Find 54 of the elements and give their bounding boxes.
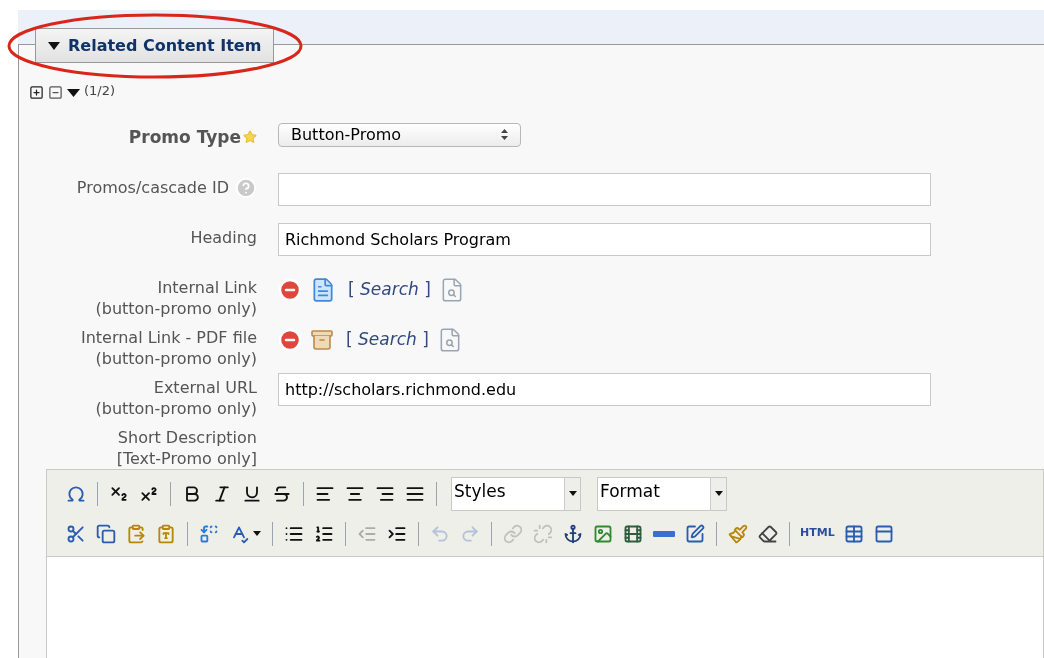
field-note: [Text-Promo only] bbox=[116, 447, 257, 469]
field-label: Internal Link bbox=[157, 276, 257, 298]
anchor-icon bbox=[563, 523, 583, 544]
text-field[interactable]: http://scholars.richmond.edu bbox=[278, 372, 931, 406]
italic-icon bbox=[212, 483, 232, 504]
remove-item-icon[interactable] bbox=[48, 85, 63, 101]
paintbrush-icon bbox=[728, 523, 748, 544]
caret-icon bbox=[568, 491, 577, 496]
edit-table-icon bbox=[685, 523, 705, 544]
field-label: Internal Link - PDF file bbox=[80, 326, 257, 348]
caret-icon bbox=[253, 531, 261, 536]
film-icon bbox=[623, 523, 643, 544]
remove-icon[interactable] bbox=[278, 277, 302, 302]
image-icon bbox=[593, 523, 613, 544]
search-link[interactable]: [ Search ] bbox=[348, 276, 431, 303]
html-button[interactable]: HTML bbox=[796, 519, 839, 548]
field-note: (button-promo only) bbox=[95, 297, 257, 319]
clipboard-icon bbox=[126, 523, 146, 544]
caret-icon bbox=[48, 41, 60, 50]
field-note: (button-promo only) bbox=[95, 397, 257, 419]
replace-icon bbox=[199, 523, 219, 544]
numbered-list-icon bbox=[314, 523, 334, 544]
item-counter: (1/2) bbox=[84, 82, 116, 100]
field-label: Heading bbox=[190, 226, 257, 248]
section-tab[interactable]: Related Content Item bbox=[35, 28, 275, 63]
field-label: Promo Type bbox=[128, 126, 241, 148]
link-icon bbox=[503, 523, 523, 544]
caret-icon bbox=[714, 491, 723, 496]
search-link[interactable]: [ Search ] bbox=[346, 326, 429, 353]
clipboard-text-icon bbox=[156, 523, 176, 544]
eraser-icon bbox=[758, 523, 778, 544]
field-note: (button-promo only) bbox=[95, 347, 257, 369]
scissors-icon bbox=[66, 523, 86, 544]
text-field[interactable]: Richmond Scholars Program bbox=[278, 222, 931, 256]
field-label: Promos/cascade ID bbox=[76, 177, 229, 198]
caret-icon[interactable] bbox=[67, 88, 80, 97]
text-field[interactable] bbox=[278, 172, 931, 206]
file-icon[interactable] bbox=[310, 327, 334, 352]
table-icon bbox=[843, 523, 864, 544]
unlink-icon bbox=[533, 523, 553, 544]
select-field[interactable]: Button-Promo bbox=[278, 122, 521, 147]
redo-icon bbox=[460, 523, 480, 544]
remove-icon[interactable] bbox=[278, 327, 302, 352]
add-item-icon[interactable] bbox=[29, 85, 44, 101]
dropdown-select[interactable]: Styles bbox=[451, 476, 581, 511]
updown-icon bbox=[501, 129, 508, 140]
field-label: Short Description bbox=[117, 426, 257, 448]
panel-icon bbox=[873, 523, 894, 544]
document-icon[interactable] bbox=[310, 276, 336, 303]
undo-icon bbox=[430, 523, 450, 544]
dropdown-select[interactable]: Format bbox=[597, 476, 727, 511]
field-label: External URL bbox=[153, 376, 257, 398]
copy-icon bbox=[96, 523, 116, 544]
strikethrough-icon bbox=[272, 483, 292, 504]
